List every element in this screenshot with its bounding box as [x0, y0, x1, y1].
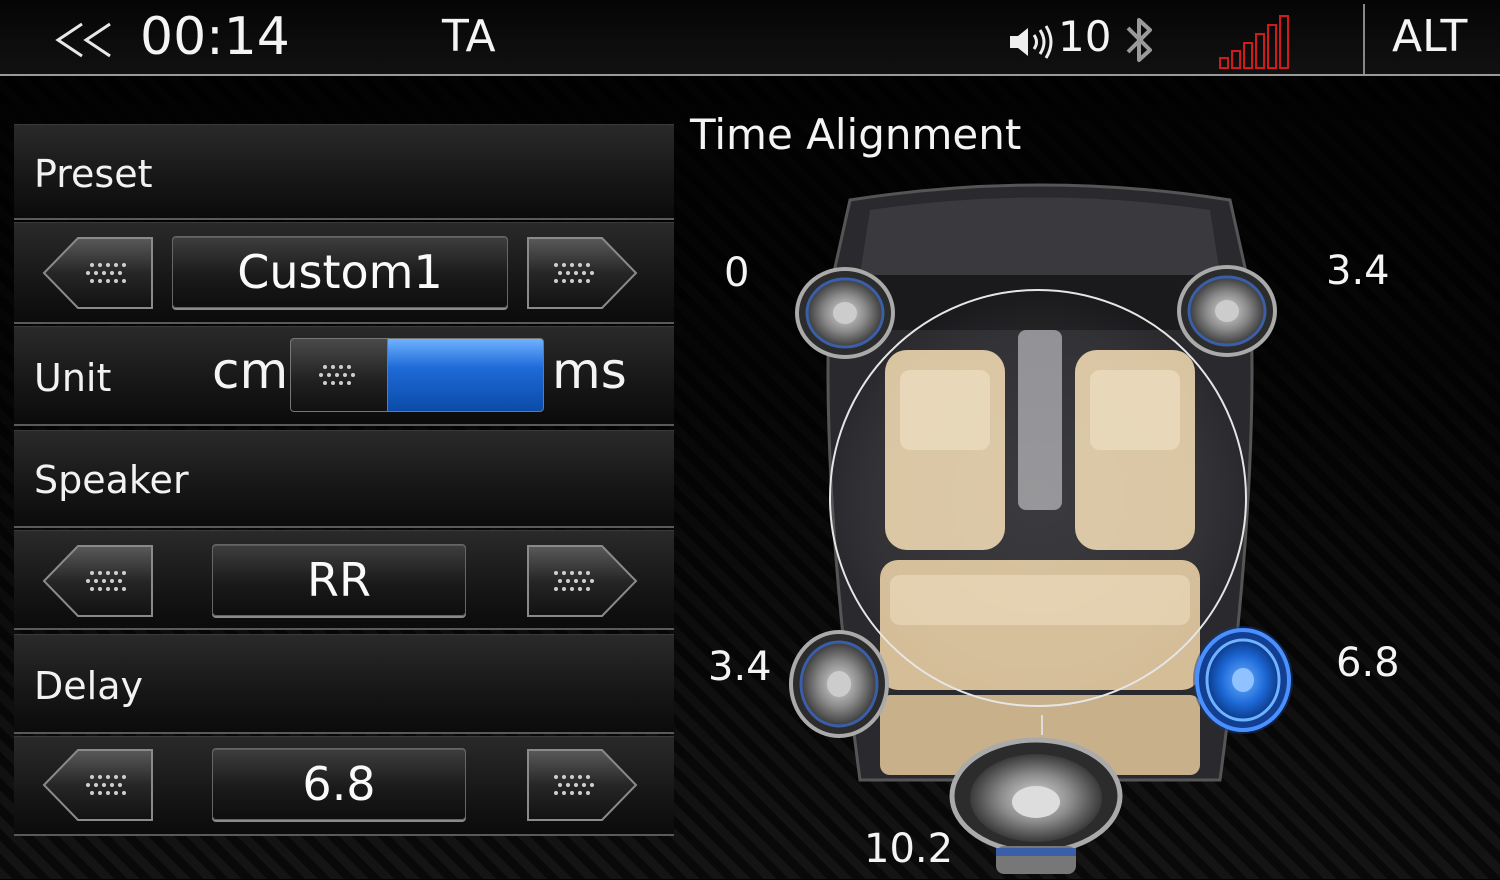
- status-bar: 00:14 TA 10 ALT: [0, 0, 1500, 76]
- delay-header: Delay: [14, 634, 674, 734]
- arrow-right-icon: [527, 545, 638, 617]
- alt-button[interactable]: ALT: [1392, 0, 1467, 74]
- subwoofer-speaker-icon[interactable]: [946, 736, 1126, 876]
- signal-bars-icon: [1219, 15, 1289, 69]
- arrow-left-icon: [42, 545, 153, 617]
- delay-decrease-button[interactable]: [42, 748, 154, 822]
- bluetooth-icon: [1126, 18, 1152, 62]
- delay-value: 6.8: [212, 748, 466, 820]
- unit-toggle-thumb[interactable]: [291, 339, 388, 411]
- delay-increase-button[interactable]: [526, 748, 638, 822]
- unit-option-cm[interactable]: cm: [212, 342, 288, 400]
- preset-prev-button[interactable]: [42, 236, 154, 310]
- unit-label: Unit: [34, 356, 112, 400]
- arrow-right-icon: [527, 237, 638, 309]
- rear-right-speaker-icon-selected[interactable]: [1188, 620, 1298, 740]
- front-left-speaker-icon[interactable]: [790, 258, 900, 368]
- preset-header: Preset: [14, 124, 674, 220]
- rear-left-delay: 3.4: [708, 644, 772, 690]
- front-right-speaker-icon[interactable]: [1172, 256, 1282, 366]
- rear-right-delay: 6.8: [1336, 640, 1400, 686]
- speaker-volume-icon: [1010, 25, 1053, 59]
- speaker-next-button[interactable]: [526, 544, 638, 618]
- front-left-delay: 0: [724, 250, 750, 296]
- preset-next-button[interactable]: [526, 236, 638, 310]
- arrow-left-icon: [42, 749, 153, 821]
- arrow-left-icon: [42, 237, 153, 309]
- front-right-delay: 3.4: [1326, 248, 1390, 294]
- double-chevron-left-icon[interactable]: [52, 20, 116, 60]
- rear-left-speaker-icon[interactable]: [784, 624, 894, 744]
- speaker-label: Speaker: [34, 458, 189, 502]
- unit-option-ms[interactable]: ms: [552, 342, 627, 400]
- speaker-header: Speaker: [14, 430, 674, 528]
- speaker-prev-button[interactable]: [42, 544, 154, 618]
- preset-value: Custom1: [172, 236, 508, 308]
- delay-label: Delay: [34, 664, 143, 708]
- page-title: TA: [442, 11, 496, 62]
- speaker-value: RR: [212, 544, 466, 616]
- grip-dots-icon: [319, 365, 355, 385]
- clock: 00:14: [140, 7, 290, 67]
- arrow-right-icon: [527, 749, 638, 821]
- unit-toggle-switch[interactable]: [290, 338, 544, 412]
- preset-label: Preset: [34, 152, 153, 196]
- divider: [1363, 4, 1365, 74]
- subwoofer-delay: 10.2: [864, 826, 954, 872]
- volume-level: 10: [1058, 12, 1112, 61]
- section-title: Time Alignment: [690, 110, 1022, 159]
